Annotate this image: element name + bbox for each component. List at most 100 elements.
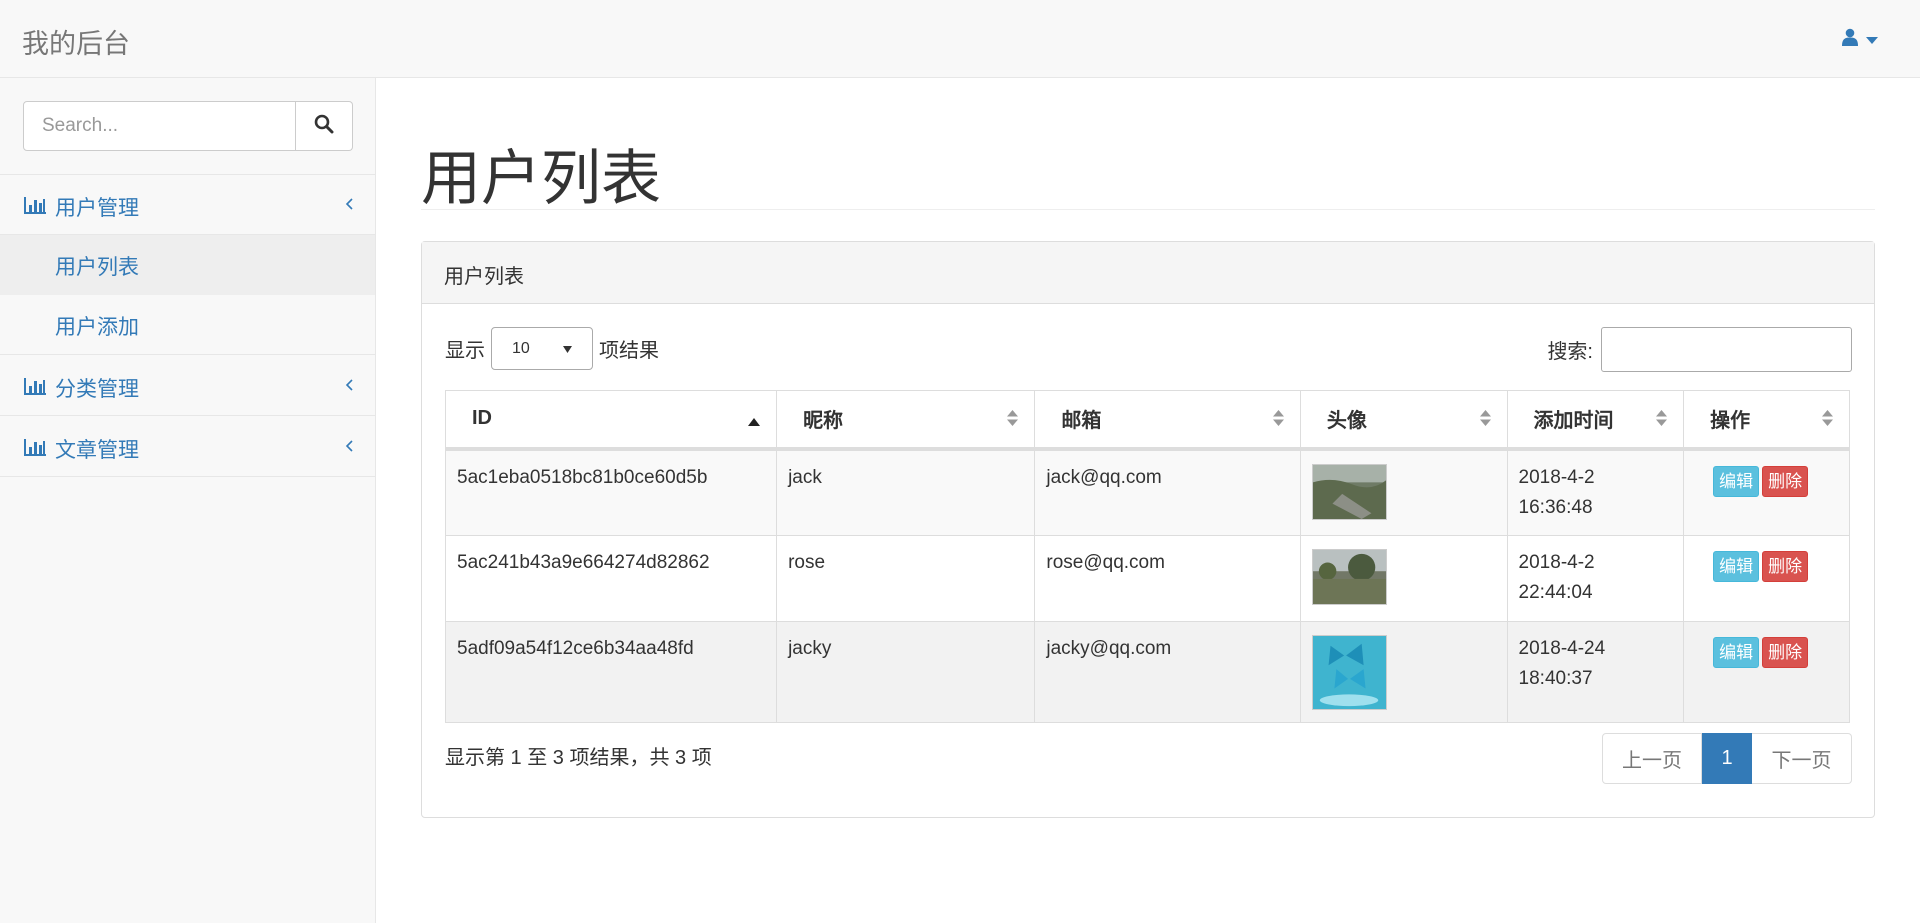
created-date: 2018-4-2 [1518, 466, 1595, 488]
column-header-id[interactable]: ID [444, 390, 778, 451]
chevron-left-icon [345, 373, 353, 397]
avatar-image [1311, 548, 1387, 605]
sidebar-item-label: 文章管理 [55, 439, 139, 462]
sort-both-icon [1007, 409, 1019, 432]
table-info: 显示第 1 至 3 项结果，共 3 项 [445, 747, 712, 769]
table-filter: 搜索: [1547, 327, 1852, 372]
cell-id: 5ac241b43a9e664274d82862 [444, 534, 778, 622]
cell-avatar [1299, 534, 1508, 622]
column-header-label: 昵称 [803, 410, 844, 433]
column-header-label: 头像 [1326, 410, 1367, 433]
cell-actions: 编辑 删除 [1683, 448, 1850, 536]
table-header-row: ID 昵称 邮箱 头像 添加时间 操作 [444, 390, 1850, 451]
sidebar-item-label: 分类管理 [55, 378, 139, 401]
sidebar-subitem-label: 用户添加 [55, 316, 139, 339]
delete-button[interactable]: 删除 [1762, 550, 1809, 582]
created-time: 22:44:04 [1518, 581, 1593, 603]
caret-down-icon [563, 340, 572, 358]
user-table: ID 昵称 邮箱 头像 添加时间 操作 5ac1eba0518bc81b0ce6… [444, 390, 1850, 723]
created-date: 2018-4-2 [1518, 551, 1595, 573]
sort-both-icon [1822, 409, 1833, 432]
column-header-nickname[interactable]: 昵称 [776, 390, 1036, 451]
length-suffix: 项结果 [599, 340, 659, 362]
delete-button[interactable]: 删除 [1762, 465, 1809, 497]
edit-button[interactable]: 编辑 [1713, 550, 1760, 582]
cell-actions: 编辑 删除 [1683, 534, 1850, 622]
filter-label: 搜索: [1547, 341, 1593, 363]
sidebar-subitem-label: 用户列表 [55, 256, 139, 279]
sidebar-subitem-user-list[interactable]: 用户列表 [0, 235, 375, 295]
chevron-left-icon [345, 192, 353, 216]
page-length-select[interactable]: 10 [491, 327, 593, 370]
cell-avatar [1299, 448, 1508, 536]
sort-both-icon [1479, 409, 1491, 432]
created-time: 18:40:37 [1518, 667, 1593, 689]
cell-nickname: rose [776, 534, 1036, 622]
page-button-current[interactable]: 1 [1702, 733, 1752, 784]
user-menu[interactable] [1842, 28, 1878, 51]
column-header-created[interactable]: 添加时间 [1506, 390, 1685, 451]
cell-id: 5ac1eba0518bc81b0ce60d5b [444, 448, 778, 536]
chevron-left-icon [345, 434, 353, 458]
delete-button[interactable]: 删除 [1762, 636, 1809, 668]
page-length-value: 10 [512, 339, 530, 357]
avatar-image [1311, 463, 1387, 520]
cell-email: rose@qq.com [1034, 534, 1301, 622]
search-button[interactable] [296, 101, 353, 151]
column-header-label: 邮箱 [1061, 410, 1102, 433]
table-search-input[interactable] [1601, 327, 1852, 372]
avatar-image [1311, 634, 1387, 710]
cell-nickname: jacky [776, 620, 1036, 723]
sidebar: 用户管理 用户列表 用户添加 分类管理 文章管理 [0, 78, 376, 923]
divider [421, 209, 1875, 210]
pagination: 上一页 1 下一页 [1602, 733, 1852, 784]
sidebar-search [23, 101, 353, 151]
sort-both-icon [1272, 409, 1284, 432]
edit-button[interactable]: 编辑 [1713, 465, 1760, 497]
cell-email: jack@qq.com [1034, 448, 1301, 536]
brand-title[interactable]: 我的后台 [22, 22, 130, 61]
search-input[interactable] [23, 101, 296, 151]
column-header-actions[interactable]: 操作 [1683, 390, 1850, 451]
column-header-label: ID [472, 407, 492, 430]
cell-created: 2018-4-2 22:44:04 [1506, 534, 1685, 622]
bar-chart-icon [24, 438, 46, 462]
next-page-button[interactable]: 下一页 [1752, 733, 1852, 784]
sidebar-item-category-management[interactable]: 分类管理 [0, 356, 375, 416]
user-list-panel: 用户列表 显示 10 项结果 搜索: ID 昵称 邮箱 头像 添加时间 操作 5… [421, 241, 1875, 818]
column-header-label: 添加时间 [1533, 410, 1614, 433]
panel-title: 用户列表 [422, 242, 1874, 304]
column-header-label: 操作 [1710, 410, 1751, 433]
cell-id: 5adf09a54f12ce6b34aa48fd [444, 620, 778, 723]
sidebar-item-user-management[interactable]: 用户管理 [0, 175, 375, 235]
created-time: 16:36:48 [1518, 496, 1593, 518]
bar-chart-icon [24, 196, 46, 220]
column-header-email[interactable]: 邮箱 [1034, 390, 1301, 451]
cell-created: 2018-4-2 16:36:48 [1506, 448, 1685, 536]
sort-both-icon [1656, 409, 1668, 432]
sidebar-subitem-user-add[interactable]: 用户添加 [0, 295, 375, 355]
table-row: 5ac241b43a9e664274d82862 rose rose@qq.co… [444, 534, 1850, 622]
caret-down-icon [1866, 30, 1878, 50]
length-prefix: 显示 [445, 340, 485, 362]
cell-created: 2018-4-24 18:40:37 [1506, 620, 1685, 723]
edit-button[interactable]: 编辑 [1713, 636, 1760, 668]
sidebar-item-article-management[interactable]: 文章管理 [0, 417, 375, 477]
bar-chart-icon [24, 377, 46, 401]
prev-page-button[interactable]: 上一页 [1602, 733, 1702, 784]
sidebar-item-label: 用户管理 [55, 197, 139, 220]
page-length-control: 显示 10 项结果 [445, 327, 659, 370]
table-row: 5ac1eba0518bc81b0ce60d5b jack jack@qq.co… [444, 448, 1850, 536]
cell-nickname: jack [776, 448, 1036, 536]
user-icon [1842, 28, 1858, 51]
search-icon [314, 114, 334, 139]
table-row: 5adf09a54f12ce6b34aa48fd jacky jacky@qq.… [444, 620, 1850, 723]
page-title: 用户列表 [421, 145, 661, 212]
column-header-avatar[interactable]: 头像 [1299, 390, 1508, 451]
cell-email: jacky@qq.com [1034, 620, 1301, 723]
created-date: 2018-4-24 [1518, 637, 1606, 659]
sort-asc-icon [748, 409, 761, 432]
top-navbar: 我的后台 [0, 0, 1920, 78]
cell-avatar [1299, 620, 1508, 723]
cell-actions: 编辑 删除 [1683, 620, 1850, 723]
